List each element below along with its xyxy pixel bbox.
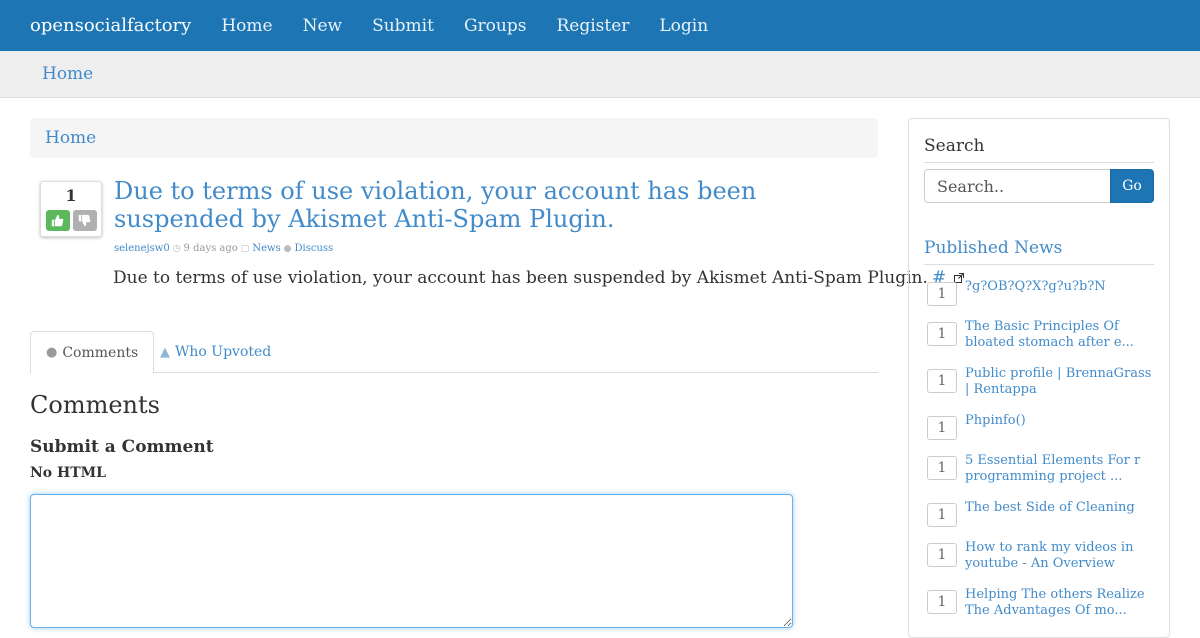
subbar-home-link[interactable]: Home: [42, 64, 93, 84]
post-discuss-link[interactable]: Discuss: [295, 243, 334, 254]
no-html-label: No HTML: [30, 465, 106, 481]
list-item: 1 The best Side of Cleaning: [927, 500, 1157, 540]
list-item: 1 5 Essential Elements For r programming…: [927, 453, 1157, 500]
list-item: 1 Public profile | BrennaGrass | Rentapp…: [927, 366, 1157, 413]
site-brand[interactable]: opensocialfactory: [30, 15, 191, 36]
news-link[interactable]: How to rank my videos in youtube - An Ov…: [965, 540, 1157, 572]
tab-who-upvoted[interactable]: ▲ Who Upvoted: [145, 331, 286, 373]
news-link[interactable]: 5 Essential Elements For r programming p…: [965, 453, 1157, 485]
top-navbar: opensocialfactory Home New Submit Groups…: [0, 0, 1200, 51]
list-item: 1 Helping The others Realize The Advanta…: [927, 587, 1157, 627]
nav-new[interactable]: New: [288, 16, 358, 36]
news-link[interactable]: Helping The others Realize The Advantage…: [965, 587, 1157, 619]
comments-icon: ●: [46, 345, 58, 360]
tab-comments[interactable]: ● Comments: [30, 331, 155, 374]
comments-heading: Comments: [30, 391, 160, 419]
breadcrumb: Home: [30, 118, 878, 158]
vote-count-badge: 1: [927, 282, 957, 306]
list-item: 1 ?ց?OB?Q?X?g?u?b?N: [927, 279, 1157, 319]
comment-textarea[interactable]: [30, 494, 793, 628]
folder-icon: ▢: [240, 243, 250, 254]
tab-who-upvoted-label: Who Upvoted: [175, 344, 272, 360]
list-item: 1 How to rank my videos in youtube - An …: [927, 540, 1157, 587]
post-time: 9 days ago: [183, 243, 238, 254]
thumbs-up-icon: ▲: [160, 344, 170, 360]
comment-icon: ●: [283, 243, 292, 254]
sidebar: Search Go Published News 1 ?ց?OB?Q?X?g?u…: [908, 118, 1170, 638]
vote-count-badge: 1: [927, 369, 957, 393]
search-input[interactable]: [924, 169, 1111, 203]
news-link[interactable]: The best Side of Cleaning: [965, 500, 1135, 516]
search-title: Search: [924, 136, 985, 156]
post-category-link[interactable]: News: [252, 243, 280, 254]
search-go-button[interactable]: Go: [1110, 169, 1154, 203]
list-item: 1 The Basic Principles Of bloated stomac…: [927, 319, 1157, 366]
published-divider: [924, 264, 1154, 265]
published-news-title[interactable]: Published News: [924, 238, 1062, 258]
post-tabs: ● Comments ▲ Who Upvoted: [30, 331, 878, 374]
vote-count-badge: 1: [927, 416, 957, 440]
sub-navbar: Home: [0, 51, 1200, 98]
news-link[interactable]: ?ց?OB?Q?X?g?u?b?N: [965, 279, 1106, 295]
search-divider: [924, 162, 1154, 163]
news-link[interactable]: Phpinfo(): [965, 413, 1026, 429]
vote-box: 1: [40, 181, 102, 237]
news-link[interactable]: The Basic Principles Of bloated stomach …: [965, 319, 1157, 351]
vote-count-badge: 1: [927, 456, 957, 480]
vote-count-badge: 1: [927, 543, 957, 567]
post-title[interactable]: Due to terms of use violation, your acco…: [114, 177, 834, 233]
post-body-text: Due to terms of use violation, your acco…: [113, 268, 928, 288]
post-meta: selenejsw0 ◷ 9 days ago ▢ News ● Discuss: [114, 243, 333, 254]
breadcrumb-home[interactable]: Home: [45, 128, 96, 148]
list-item: 1 Phpinfo(): [927, 413, 1157, 453]
tab-comments-label: Comments: [62, 344, 139, 361]
nav-groups[interactable]: Groups: [449, 16, 542, 36]
upvote-button[interactable]: [45, 210, 70, 231]
vote-count-badge: 1: [927, 322, 957, 346]
nav-login[interactable]: Login: [644, 16, 723, 36]
post-body: Due to terms of use violation, your acco…: [113, 268, 964, 288]
downvote-button[interactable]: [72, 210, 97, 231]
thumbs-up-icon: [51, 214, 64, 227]
vote-count-badge: 1: [927, 590, 957, 614]
nav-submit[interactable]: Submit: [357, 16, 449, 36]
nav-home[interactable]: Home: [206, 16, 287, 36]
vote-count: 1: [65, 186, 77, 205]
post-author-link[interactable]: selenejsw0: [114, 243, 170, 254]
vote-count-badge: 1: [927, 503, 957, 527]
news-link[interactable]: Public profile | BrennaGrass | Rentappa: [965, 366, 1157, 398]
published-news-list: 1 ?ց?OB?Q?X?g?u?b?N 1 The Basic Principl…: [927, 279, 1157, 627]
clock-icon: ◷: [172, 243, 181, 254]
thumbs-down-icon: [78, 214, 91, 227]
submit-comment-heading: Submit a Comment: [30, 437, 214, 457]
nav-register[interactable]: Register: [541, 16, 644, 36]
